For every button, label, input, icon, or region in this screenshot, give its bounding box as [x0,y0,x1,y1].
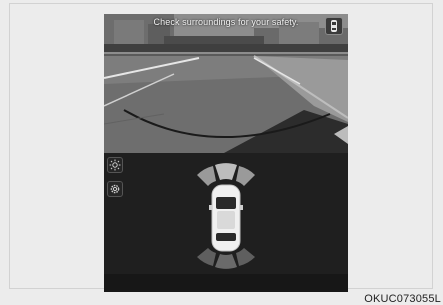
vehicle-top-view [209,184,243,252]
manual-figure-page: Check surroundings for your safety. OKUC… [0,0,443,305]
car-top-view-icon-glyph [331,20,337,32]
safety-warning-text: Check surroundings for your safety. [153,17,299,27]
rear-center-sensor-zone [215,254,237,269]
front-center-sensor-zone [215,163,237,180]
front-left-sensor-zone [197,166,216,186]
rear-right-sensor-zone [236,248,255,266]
car-top-view-icon[interactable] [325,17,343,35]
rear-left-sensor-zone [197,248,216,266]
figure-code: OKUC073055L [364,293,441,305]
rear-camera-view: Check surroundings for your safety. [104,14,348,153]
rear-view-monitor-screen: Check surroundings for your safety. [104,14,348,292]
panel-bottom-strip [104,274,348,292]
camera-scene [104,14,348,153]
parking-sensor-panel [104,153,348,292]
front-right-sensor-zone [236,166,255,186]
parking-sensor-graphic [197,163,255,269]
